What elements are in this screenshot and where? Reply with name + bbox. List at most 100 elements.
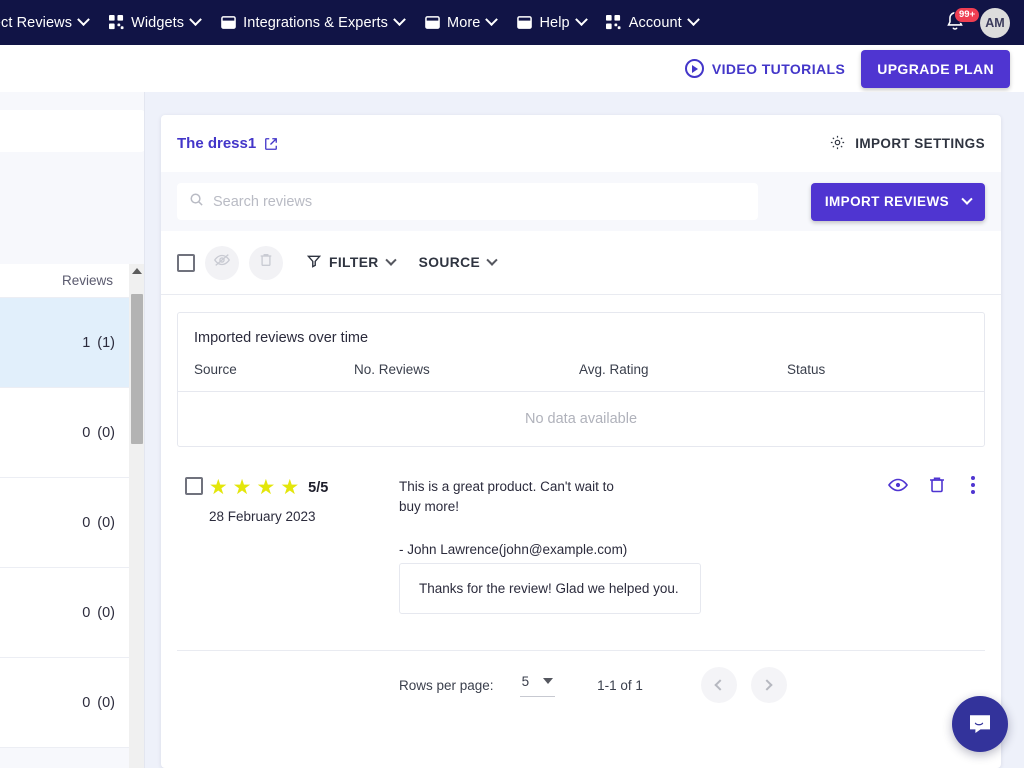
nav-item-widgets[interactable]: Widgets (98, 0, 210, 45)
avatar[interactable]: AM (980, 8, 1010, 38)
nav-right-cluster: 99+ AM (944, 8, 1024, 38)
product-title-link[interactable]: The dress1 (177, 135, 278, 152)
import-settings-button[interactable]: IMPORT SETTINGS (829, 134, 985, 154)
top-navigation-bar: ollect Reviews Widgets Integrations & Ex… (0, 0, 1024, 45)
sidebar-product-row[interactable]: 0(0) (0, 478, 129, 568)
chevron-down-icon (189, 13, 202, 26)
notifications-button[interactable]: 99+ (944, 10, 968, 36)
sidebar-row-counts: 1(1) (82, 335, 115, 351)
grid-icon (108, 15, 124, 31)
video-tutorials-button[interactable]: VIDEO TUTORIALS (685, 59, 845, 78)
search-input[interactable] (213, 194, 746, 210)
imported-table-empty-state: No data available (178, 392, 984, 446)
sidebar-product-row[interactable]: 0(0) (0, 658, 129, 748)
sidebar-row-counts: 0(0) (82, 515, 115, 531)
import-reviews-label: IMPORT REVIEWS (825, 194, 949, 209)
dot-icon (971, 476, 975, 480)
chevron-down-icon (77, 13, 90, 26)
imported-table-header: Source No. Reviews Avg. Rating Status (178, 346, 984, 392)
dot-icon (971, 490, 975, 494)
pagination-range: 1-1 of 1 (597, 678, 643, 693)
nav-item-label: Integrations & Experts (243, 15, 388, 31)
delete-review-button[interactable] (927, 475, 947, 495)
left-sidebar: WS Reviews 1(1) 0(0) 0(0) 0(0) (0, 92, 145, 768)
scrollbar-thumb[interactable] (131, 294, 143, 444)
nav-item-account[interactable]: Account (596, 0, 708, 45)
review-date: 28 February 2023 (209, 509, 399, 524)
imported-reviews-panel: Imported reviews over time Source No. Re… (177, 312, 985, 447)
eye-icon (887, 474, 909, 496)
filter-label: FILTER (329, 255, 379, 270)
sidebar-search-input[interactable] (0, 110, 145, 152)
previous-page-button[interactable] (701, 667, 737, 703)
source-label: SOURCE (419, 255, 480, 270)
external-link-icon[interactable] (264, 137, 278, 151)
review-content-column: This is a great product. Can't wait to b… (399, 477, 799, 614)
upgrade-plan-button[interactable]: UPGRADE PLAN (861, 50, 1010, 88)
review-list-item: ★ ★ ★ ★ ★ 5/5 28 February 2023 This is a… (161, 447, 1001, 614)
notification-badge: 99+ (954, 7, 980, 23)
select-all-checkbox[interactable] (177, 254, 195, 272)
imported-panel-title: Imported reviews over time (178, 313, 984, 346)
column-header-avg-rating: Avg. Rating (579, 362, 787, 377)
chevron-down-icon (687, 13, 700, 26)
source-dropdown[interactable]: SOURCE (419, 255, 496, 270)
chevron-down-icon (486, 254, 497, 265)
pagination-bar: Rows per page: 5 1-1 of 1 (161, 651, 1001, 703)
view-review-button[interactable] (887, 474, 909, 496)
sidebar-product-row[interactable]: 0(0) (0, 388, 129, 478)
scroll-up-arrow-icon[interactable] (132, 268, 142, 274)
grid-icon (606, 15, 622, 31)
review-author: - John Lawrence(john@example.com) (399, 542, 799, 557)
chevron-down-icon (486, 13, 499, 26)
next-page-button[interactable] (751, 667, 787, 703)
gear-icon (829, 134, 846, 154)
rows-per-page-select[interactable]: 5 (520, 674, 556, 697)
chevron-down-icon (575, 13, 588, 26)
dot-icon (971, 483, 975, 487)
nav-item-help[interactable]: Help (506, 0, 595, 45)
import-reviews-button[interactable]: IMPORT REVIEWS (811, 183, 985, 221)
sidebar-product-row[interactable]: 0(0) (0, 568, 129, 658)
sub-header-bar: VIDEO TUTORIALS UPGRADE PLAN (0, 45, 1024, 92)
sidebar-column-header: Reviews (0, 264, 129, 298)
review-select-checkbox[interactable] (185, 477, 203, 495)
nav-item-more[interactable]: More (414, 0, 506, 45)
window-icon (220, 15, 236, 31)
intercom-chat-button[interactable] (952, 696, 1008, 752)
caret-down-icon (543, 678, 553, 684)
review-reply-box: Thanks for the review! Glad we helped yo… (399, 563, 701, 614)
review-text: This is a great product. Can't wait to b… (399, 477, 639, 517)
column-header-source: Source (194, 362, 354, 377)
reviews-toolbar: FILTER SOURCE (161, 231, 1001, 295)
nav-item-label: More (447, 15, 480, 31)
column-header-no-reviews: No. Reviews (354, 362, 579, 377)
sidebar-product-list: Reviews 1(1) 0(0) 0(0) 0(0) 0(0) (0, 264, 145, 768)
chevron-down-icon (385, 254, 396, 265)
star-icon: ★ (233, 477, 252, 498)
hide-reviews-button[interactable] (205, 246, 239, 280)
chevron-down-icon (961, 193, 972, 204)
sidebar-row-counts: 0(0) (82, 605, 115, 621)
delete-reviews-button[interactable] (249, 246, 283, 280)
sidebar-scrollbar[interactable] (129, 264, 145, 768)
review-score: 5/5 (308, 480, 328, 496)
trash-icon (258, 252, 274, 273)
sidebar-product-row[interactable]: 1(1) (0, 298, 129, 388)
nav-item-collect-reviews[interactable]: ollect Reviews (0, 0, 98, 45)
nav-item-label: Account (629, 15, 682, 31)
more-options-button[interactable] (965, 473, 981, 497)
sidebar-row-counts: 0(0) (82, 425, 115, 441)
chevron-down-icon (393, 13, 406, 26)
filter-dropdown[interactable]: FILTER (307, 254, 395, 271)
import-settings-label: IMPORT SETTINGS (855, 136, 985, 151)
nav-item-integrations-experts[interactable]: Integrations & Experts (210, 0, 414, 45)
window-icon (516, 15, 532, 31)
search-field-wrapper[interactable] (177, 183, 758, 220)
star-icon: ★ (256, 477, 275, 498)
review-stars: ★ ★ ★ ★ ★ 5/5 (185, 477, 399, 498)
trash-icon (927, 475, 947, 495)
filter-icon (307, 254, 321, 271)
app-root: ollect Reviews Widgets Integrations & Ex… (0, 0, 1024, 768)
star-icon: ★ (280, 477, 299, 498)
